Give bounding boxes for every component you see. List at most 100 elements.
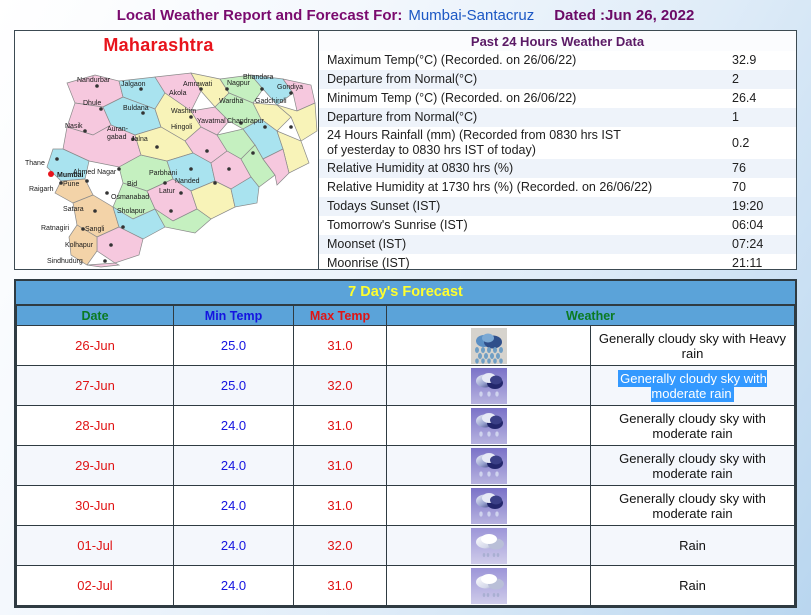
rain-icon (470, 527, 507, 564)
forecast-header-row: Date Min Temp Max Temp Weather (16, 305, 795, 326)
svg-text:Nagpur: Nagpur (227, 80, 251, 87)
svg-text:Sholapur: Sholapur (117, 208, 146, 215)
forecast-weather-cell: Generally cloudy sky with moderate rain (590, 365, 795, 406)
forecast-table-head: Date Min Temp Max Temp Weather (16, 305, 795, 326)
svg-text:Parbhani: Parbhani (149, 170, 177, 177)
forecast-max-temp: 31.0 (293, 445, 387, 486)
past-24-hours-panel: Past 24 Hours Weather Data Maximum Temp(… (319, 31, 796, 269)
svg-text:Nasik: Nasik (65, 123, 83, 130)
moderate-rain-icon (470, 407, 507, 444)
forecast-date: 28-Jun (16, 405, 174, 446)
past-24-row: Departure from Normal(°C) 2 (319, 70, 796, 89)
svg-text:Hingoli: Hingoli (171, 124, 193, 131)
svg-text:Sangli: Sangli (85, 226, 105, 233)
forecast-icon-cell (386, 565, 591, 606)
forecast-weather-text: Generally cloudy sky with moderate rain (619, 450, 766, 481)
station-name: Mumbai-Santacruz (408, 6, 535, 24)
forecast-weather-cell: Generally cloudy sky with moderate rain (590, 485, 795, 526)
past-24-row-value: 26.4 (732, 91, 757, 105)
forecast-date: 26-Jun (16, 325, 174, 366)
past-24-row-label-line2: of yesterday to 0830 hrs IST of today) (327, 143, 536, 157)
svg-text:Sindhudurg: Sindhudurg (47, 258, 83, 265)
forecast-date: 30-Jun (16, 485, 174, 526)
past-24-row: Moonset (IST) 07:24 (319, 235, 796, 254)
forecast-icon-cell (386, 445, 591, 486)
forecast-row[interactable]: 02-Jul 24.0 31.0 Rain (16, 565, 795, 606)
past-24-row-label: Relative Humidity at 0830 hrs (%) (327, 161, 514, 175)
forecast-date: 01-Jul (16, 525, 174, 566)
forecast-weather-cell: Generally cloudy sky with moderate rain (590, 445, 795, 486)
past-24-row-label: Moonset (IST) (327, 237, 407, 251)
svg-text:Jalna: Jalna (131, 136, 148, 143)
forecast-max-temp: 31.0 (293, 405, 387, 446)
moderate-rain-icon (470, 447, 507, 484)
svg-text:Thane: Thane (25, 160, 45, 167)
svg-text:Kolhapur: Kolhapur (65, 242, 94, 249)
past-24-row-label: Minimum Temp (°C) (Recorded. on 26/06/22… (327, 91, 577, 105)
column-header-min-temp: Min Temp (173, 305, 294, 326)
past-24-row: Relative Humidity at 1730 hrs (%) (Recor… (319, 178, 796, 197)
past-24-row: 24 Hours Rainfall (mm) (Recorded from 08… (319, 127, 796, 159)
forecast-weather-text: Generally cloudy sky with moderate rain (619, 410, 766, 441)
svg-text:Satara: Satara (63, 206, 84, 213)
maharashtra-map-panel: Maharashtra Nandurbar Jalgaon Dhule Buld… (15, 31, 319, 269)
forecast-icon-cell (386, 485, 591, 526)
past-24-row-value: 19:20 (732, 199, 764, 213)
past-24-row: Departure from Normal(°C) 1 (319, 108, 796, 127)
forecast-row[interactable]: 28-Jun 24.0 31.0 Generally cloudy sky with … (16, 405, 795, 446)
forecast-min-temp: 24.0 (173, 445, 294, 486)
forecast-row[interactable]: 26-Jun 25.0 31.0 Generally cloudy sky with … (16, 325, 795, 366)
past-24-row-label: Tomorrow's Sunrise (IST) (327, 218, 468, 232)
forecast-min-temp: 24.0 (173, 485, 294, 526)
past-24-row-value: 0.2 (732, 135, 750, 150)
past-24-row-label: Departure from Normal(°C) (327, 110, 478, 124)
past-24-row-label: Moonrise (IST) (327, 256, 410, 269)
svg-text:Gadchiroli: Gadchiroli (255, 98, 287, 105)
maharashtra-map-image: Nandurbar Jalgaon Dhule Buldana Amrawati… (15, 31, 318, 269)
past-24-row: Tomorrow's Sunrise (IST) 06:04 (319, 216, 796, 235)
forecast-min-temp: 25.0 (173, 365, 294, 406)
weather-report-page: Local Weather Report and Forecast For: M… (0, 0, 811, 615)
forecast-icon-cell (386, 405, 591, 446)
svg-text:Nandurbar: Nandurbar (77, 77, 111, 84)
svg-text:Latur: Latur (159, 188, 176, 195)
forecast-weather-text: Generally cloudy sky with moderate rain (619, 490, 766, 521)
forecast-min-temp: 25.0 (173, 325, 294, 366)
svg-text:Amrawati: Amrawati (183, 81, 213, 88)
forecast-icon-cell (386, 365, 591, 406)
past-24-heading: Past 24 Hours Weather Data (319, 31, 796, 51)
svg-text:Wardha: Wardha (219, 98, 243, 105)
page-title-main: Local Weather Report and Forecast For: (116, 6, 403, 24)
svg-text:Ratnagiri: Ratnagiri (41, 225, 69, 232)
past-24-row-label: Relative Humidity at 1730 hrs (%) (Recor… (327, 180, 653, 194)
svg-text:Osmanabad: Osmanabad (111, 194, 149, 201)
forecast-max-temp: 32.0 (293, 525, 387, 566)
heavy-rain-icon (470, 327, 507, 364)
forecast-min-temp: 24.0 (173, 565, 294, 606)
forecast-weather-text: Rain (679, 538, 706, 553)
forecast-row[interactable]: 30-Jun 24.0 31.0 Generally cloudy sky with … (16, 485, 795, 526)
forecast-min-temp: 24.0 (173, 525, 294, 566)
svg-text:Akola: Akola (169, 90, 187, 97)
svg-text:Washim: Washim (171, 108, 196, 115)
svg-text:Pune: Pune (63, 181, 79, 188)
forecast-row[interactable]: 29-Jun 24.0 31.0 Generally cloudy sky with … (16, 445, 795, 486)
svg-text:Bid: Bid (127, 181, 137, 188)
forecast-row[interactable]: 01-Jul 24.0 32.0 Rain (16, 525, 795, 566)
forecast-weather-cell: Generally cloudy sky with Heavy rain (590, 325, 795, 366)
svg-text:Raigarh: Raigarh (29, 186, 54, 193)
forecast-date: 02-Jul (16, 565, 174, 606)
svg-text:Nanded: Nanded (175, 178, 200, 185)
forecast-row[interactable]: 27-Jun 25.0 32.0 Generally cloudy sky with … (16, 365, 795, 406)
past-24-row-label: 24 Hours Rainfall (mm) (Recorded from 08… (325, 128, 728, 158)
column-header-max-temp: Max Temp (293, 305, 387, 326)
forecast-icon-cell (386, 525, 591, 566)
svg-text:Yavatmal: Yavatmal (197, 118, 226, 125)
forecast-date: 29-Jun (16, 445, 174, 486)
forecast-weather-cell: Rain (590, 525, 795, 566)
svg-text:Chandrapur: Chandrapur (227, 118, 265, 125)
forecast-title: 7 Day's Forecast (16, 281, 795, 305)
past-24-row: Relative Humidity at 0830 hrs (%) 76 (319, 159, 796, 178)
past-24-row-value: 1 (732, 110, 739, 124)
svg-text:Jalgaon: Jalgaon (121, 81, 146, 88)
